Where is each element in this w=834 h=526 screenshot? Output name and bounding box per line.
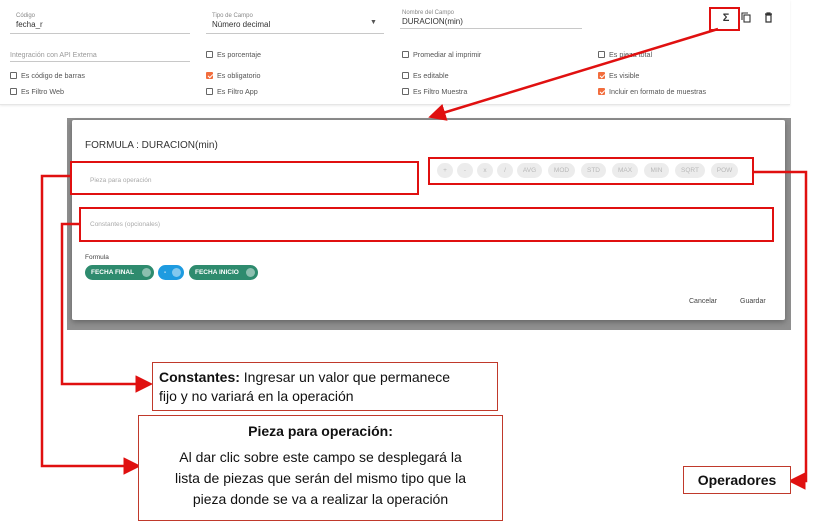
pieza-connector	[40, 174, 141, 475]
constantes-callout-text2: fijo y no variará en la operación	[159, 388, 354, 404]
sigma-arrow	[428, 27, 719, 121]
pieza-callout-line2: lista de piezas que serán del mismo tipo…	[174, 470, 467, 486]
constantes-callout-title: Constantes:	[159, 369, 240, 385]
pieza-callout: Pieza para operación: Al dar clic sobre …	[138, 415, 503, 521]
operadores-connector	[754, 170, 808, 490]
pieza-callout-title: Pieza para operación:	[248, 423, 393, 439]
constantes-callout-text: Ingresar un valor que permanece	[239, 369, 451, 385]
pieza-callout-line1: Al dar clic sobre este campo se desplega…	[179, 449, 462, 465]
pieza-callout-line3: pieza donde se va a realizar la operació…	[192, 491, 449, 507]
constantes-callout: Constantes: Ingresar un valor que perman…	[152, 362, 498, 411]
operadores-callout: Operadores	[683, 466, 791, 494]
constantes-connector	[60, 222, 153, 393]
